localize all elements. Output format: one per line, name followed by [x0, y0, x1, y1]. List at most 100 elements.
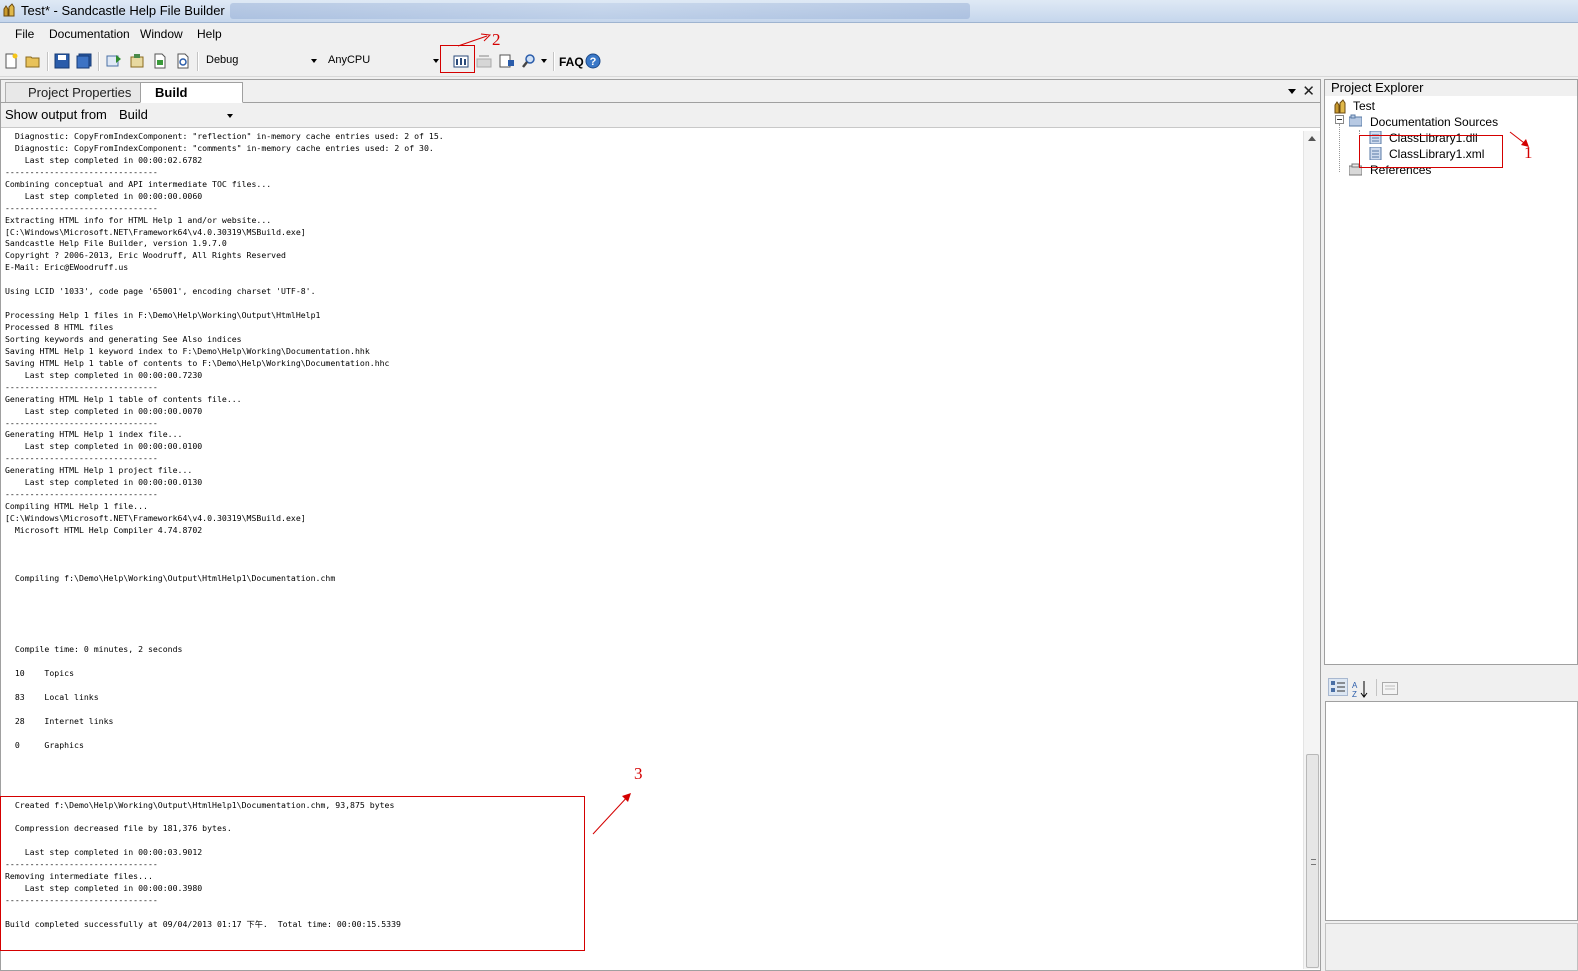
property-grid[interactable] [1325, 701, 1578, 921]
grip-icon [1311, 859, 1316, 865]
toolbar-separator [1376, 679, 1377, 696]
toolbar-separator [553, 52, 555, 71]
menu-documentation[interactable]: Documentation [49, 27, 130, 41]
alphabetical-icon[interactable]: AZ [1352, 680, 1370, 698]
configuration-value: Debug [206, 54, 239, 66]
output-line: Combining conceptual and API intermediat… [5, 178, 272, 189]
output-line: Compiling HTML Help 1 file... [5, 501, 148, 512]
tab-project-properties[interactable]: Project Properties [5, 82, 145, 102]
output-line: Saving HTML Help 1 table of contents to … [5, 357, 390, 368]
collapse-icon[interactable] [1335, 115, 1344, 124]
window-title: Test* - Sandcastle Help File Builder [21, 3, 225, 18]
tab-strip: Project Properties Build Output ✕ [1, 80, 1320, 120]
output-line: ------------------------------- [5, 166, 158, 177]
tree-item-project[interactable]: Test [1353, 99, 1375, 113]
open-icon[interactable] [25, 53, 41, 69]
output-line: E-Mail: Eric@EWoodruff.us [5, 262, 129, 273]
platform-select[interactable]: AnyCPU [322, 51, 442, 70]
faq-button[interactable]: FAQ [559, 55, 584, 69]
properties-toolbar: AZ [1324, 675, 1578, 699]
tab-build-output[interactable]: Build Output [140, 82, 243, 120]
svg-text:A: A [1352, 681, 1358, 690]
save-all-icon[interactable] [76, 53, 92, 69]
output-line: ------------------------------- [5, 202, 158, 213]
output-line: Last step completed in 00:00:00.0060 [5, 190, 203, 201]
output-line: Generating HTML Help 1 index file... [5, 429, 183, 440]
folder-icon [1349, 114, 1362, 127]
add-source-icon[interactable] [106, 53, 122, 69]
output-line: Saving HTML Help 1 keyword index to F:\D… [5, 345, 370, 356]
menu-bar: File Documentation Window Help [0, 23, 1578, 44]
tab-dropdown-icon[interactable] [1288, 89, 1296, 94]
annotation-box-1 [1359, 135, 1503, 168]
search-icon[interactable] [521, 53, 537, 69]
save-icon[interactable] [54, 53, 70, 69]
output-line: 10 Topics [5, 668, 75, 679]
output-line: ------------------------------- [5, 489, 158, 500]
view-help-icon[interactable] [499, 53, 515, 69]
output-line: Processed 8 HTML files [5, 322, 114, 332]
annotation-arrow-3 [592, 793, 631, 835]
categorized-button[interactable] [1328, 678, 1348, 696]
help-icon[interactable]: ? [585, 53, 601, 69]
output-line: ------------------------------- [5, 381, 158, 392]
output-line: Generating HTML Help 1 project file... [5, 465, 193, 476]
output-line: Extracting HTML info for HTML Help 1 and… [5, 214, 272, 225]
add-reference-icon[interactable] [129, 53, 145, 69]
chevron-down-icon [311, 59, 317, 63]
annotation-label-3: 3 [634, 764, 643, 783]
preview-icon[interactable] [175, 53, 191, 69]
annotation-label-1: 1 [1524, 143, 1533, 162]
annotation-box-3 [0, 796, 585, 951]
menu-file[interactable]: File [15, 27, 34, 41]
taskbar-tabs [230, 3, 970, 19]
toolbar: Debug AnyCPU FAQ ? [0, 46, 1578, 77]
output-line: Last step completed in 00:00:00.0070 [5, 405, 203, 416]
output-line: ------------------------------- [5, 453, 158, 464]
menu-window[interactable]: Window [140, 27, 183, 41]
new-icon[interactable] [3, 53, 19, 69]
output-line: Last step completed in 00:00:00.0130 [5, 477, 203, 488]
svg-text:Z: Z [1352, 690, 1357, 698]
add-file-icon[interactable] [152, 53, 168, 69]
property-description [1325, 923, 1578, 971]
cancel-build-icon[interactable] [476, 53, 492, 69]
categorized-icon [1331, 681, 1345, 692]
chevron-down-icon[interactable] [541, 59, 547, 63]
scroll-up-icon[interactable] [1308, 136, 1316, 141]
vertical-scrollbar[interactable] [1303, 131, 1320, 969]
configuration-select[interactable]: Debug [200, 51, 320, 70]
app-icon [3, 3, 15, 17]
output-source-select[interactable]: Build [113, 105, 237, 125]
scrollbar-thumb[interactable] [1306, 754, 1319, 968]
output-line: 0 Graphics [5, 739, 84, 750]
output-line: Compile time: 0 minutes, 2 seconds [5, 644, 183, 655]
output-line: 83 Local links [5, 692, 99, 703]
output-line: Microsoft HTML Help Compiler 4.74.8702 [5, 524, 203, 535]
chevron-down-icon [227, 114, 233, 118]
property-pages-icon[interactable] [1382, 682, 1398, 695]
close-icon[interactable]: ✕ [1302, 82, 1315, 100]
output-line: Last step completed in 00:00:02.6782 [5, 154, 203, 165]
menu-help[interactable]: Help [197, 27, 222, 41]
output-line: Processing Help 1 files in F:\Demo\Help\… [5, 310, 321, 321]
output-line: ------------------------------- [5, 417, 158, 428]
tree-item-documentation-sources[interactable]: Documentation Sources [1370, 115, 1498, 129]
chevron-down-icon [433, 59, 439, 63]
annotation-box-2 [440, 45, 475, 73]
platform-value: AnyCPU [328, 54, 371, 66]
output-line: Sorting keywords and generating See Also… [5, 333, 242, 344]
annotation-label-2: 2 [492, 30, 501, 49]
